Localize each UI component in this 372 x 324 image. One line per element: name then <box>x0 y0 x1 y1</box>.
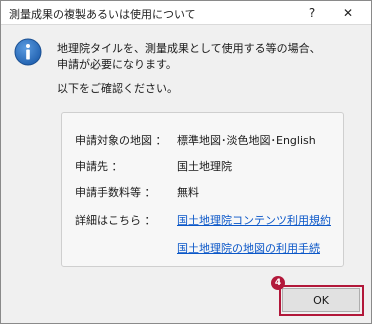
help-button[interactable]: ? <box>297 1 327 25</box>
target-value: 標準地図･淡色地図･English <box>177 134 316 147</box>
message-line-2: 申請が必要になります。 <box>57 58 177 71</box>
map-usage-procedure-link[interactable]: 国土地理院の地図の利用手続 <box>177 240 320 256</box>
title-bar: 測量成果の複製あるいは使用について ? ✕ <box>1 1 371 25</box>
ok-button[interactable]: OK <box>282 288 360 312</box>
close-button[interactable]: ✕ <box>333 1 363 25</box>
dialog: 測量成果の複製あるいは使用について ? ✕ 地理院タイルを、測量成果として使用す… <box>0 0 372 324</box>
info-icon <box>14 38 42 66</box>
details-panel: 申請対象の地図 ： 標準地図･淡色地図･English 申請先 ： 国土地理院 … <box>61 112 344 267</box>
terms-of-use-link[interactable]: 国土地理院コンテンツ利用規約 <box>177 212 331 228</box>
more-info-label: 詳細はこちら ： <box>75 214 156 227</box>
fee-value: 無料 <box>177 186 199 199</box>
fee-label: 申請手数料等 ： <box>75 186 156 199</box>
target-label: 申請対象の地図 ： <box>75 134 167 147</box>
message-line-3: 以下をご確認ください。 <box>57 82 178 95</box>
window-title: 測量成果の複製あるいは使用について <box>9 8 196 21</box>
message-line-1: 地理院タイルを、測量成果として使用する等の場合、 <box>57 42 321 55</box>
step-badge: 4 <box>271 276 285 290</box>
applicant-label: 申請先 ： <box>75 160 123 173</box>
applicant-value: 国土地理院 <box>177 160 232 173</box>
